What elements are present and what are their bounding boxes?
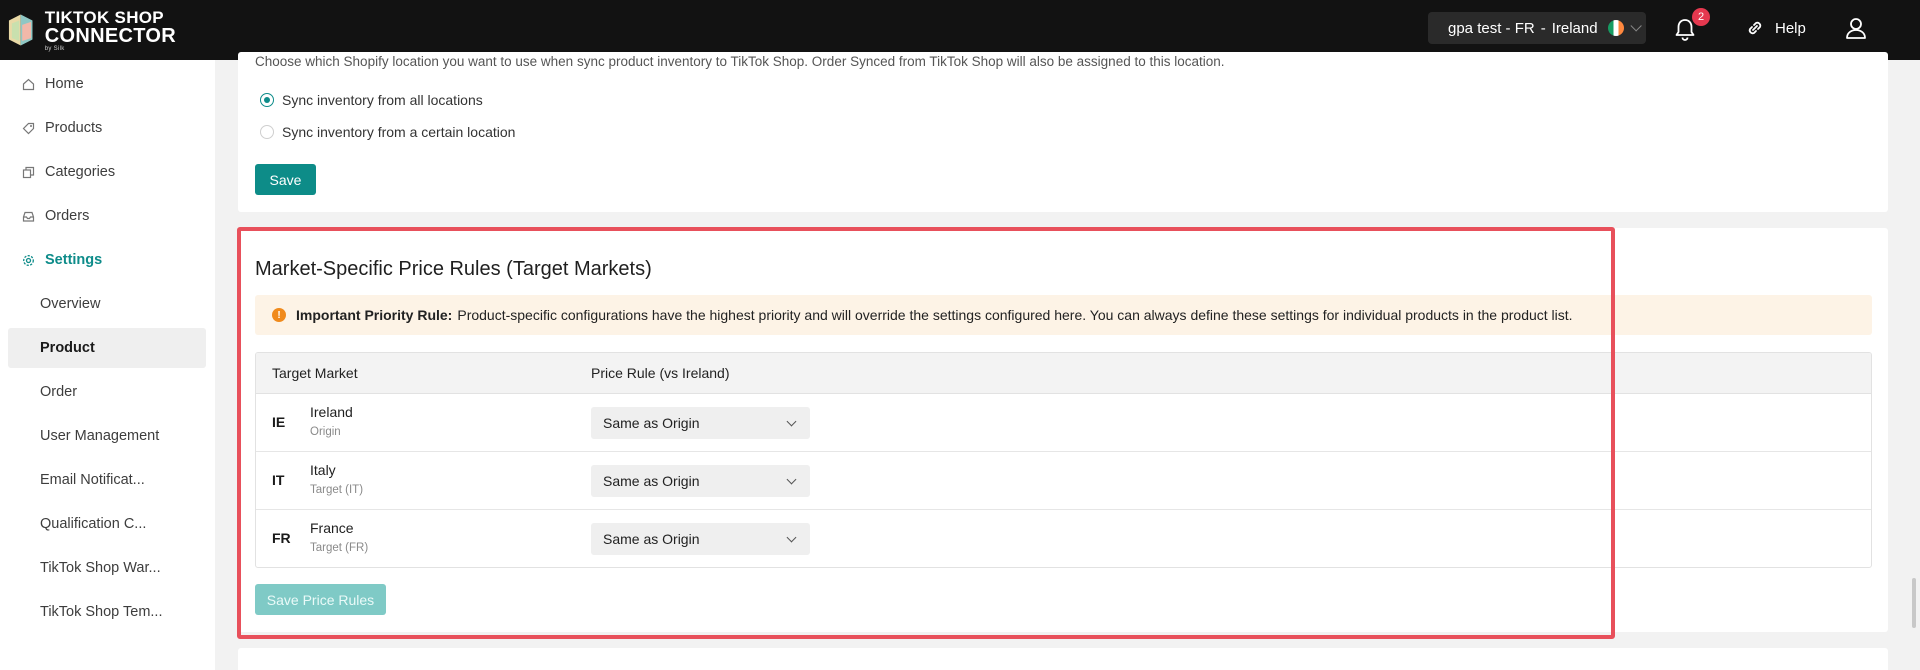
scrollbar[interactable] [1912,578,1916,628]
shop-selector[interactable]: gpa test - FR - Ireland [1428,12,1646,44]
sidebar-item-label: Product [40,340,95,356]
help-label: Help [1775,19,1806,37]
sidebar-item-label: Products [45,120,103,136]
sidebar-item-label: Qualification C... [40,516,147,532]
sidebar-item-label: Settings [45,252,103,268]
next-section-card [238,648,1888,670]
sidebar-subitem-overview[interactable]: Overview [8,284,206,324]
gear-icon [21,253,35,267]
sidebar-subitem-tiktok-warehouse[interactable]: TikTok Shop War... [8,548,206,588]
sidebar-item-label: TikTok Shop War... [40,560,161,576]
sidebar-item-label: User Management [40,428,160,444]
sidebar-item-label: Email Notificat... [40,472,145,488]
logo-line1: TIKTOK SHOP [44,7,164,27]
sidebar-item-label: Categories [45,164,116,180]
save-button[interactable]: Save [255,164,316,195]
sidebar-subitem-qualification[interactable]: Qualification C... [8,504,206,544]
ireland-flag-icon [1607,20,1624,36]
chevron-down-icon [1630,20,1642,32]
sidebar-subitem-user-management[interactable]: User Management [8,416,206,456]
logo-text: TIKTOK SHOP CONNECTOR by Silk [45,9,176,52]
help-link[interactable]: Help [1745,15,1806,41]
sidebar-item-label: Order [40,384,78,400]
radio-label: Sync inventory from all locations [282,92,483,108]
sidebar-subitem-order[interactable]: Order [8,372,206,412]
radio-button[interactable] [260,93,274,107]
location-description: Choose which Shopify location you want t… [255,54,1225,69]
radio-label: Sync inventory from a certain location [282,124,516,140]
highlight-box [237,227,1615,639]
logo-mark-icon [8,14,33,46]
app-logo[interactable]: TIKTOK SHOP CONNECTOR by Silk [6,5,176,55]
sidebar-subitem-email-notifications[interactable]: Email Notificat... [8,460,206,500]
sidebar-subitem-product[interactable]: Product [8,328,206,368]
notification-badge: 2 [1692,8,1710,26]
sidebar-item-label: Orders [45,208,90,224]
tag-icon [21,121,35,135]
sidebar-item-settings[interactable]: Settings [8,240,206,280]
sidebar-item-home[interactable]: Home [8,64,206,104]
shop-separator: - [1540,19,1546,37]
link-icon [1748,21,1762,35]
sidebar: Home Products Categories Orders Settings… [0,60,215,670]
sidebar-item-label: Overview [40,296,101,312]
shop-region: Ireland [1551,19,1598,37]
sidebar-item-label: Home [45,76,84,92]
top-bar: TIKTOK SHOP CONNECTOR by Silk gpa test -… [0,0,1920,60]
copy-icon [21,165,35,179]
home-icon [21,77,35,91]
radio-all-locations[interactable]: Sync inventory from all locations [260,90,483,110]
user-icon[interactable] [1843,15,1869,41]
radio-button[interactable] [260,125,274,139]
sidebar-item-label: TikTok Shop Tem... [40,604,163,620]
radio-certain-location[interactable]: Sync inventory from a certain location [260,122,515,142]
inbox-icon [21,209,35,223]
sidebar-item-categories[interactable]: Categories [8,152,206,192]
sidebar-item-products[interactable]: Products [8,108,206,148]
sidebar-item-orders[interactable]: Orders [8,196,206,236]
logo-line2: CONNECTOR [44,24,176,47]
sidebar-subitem-tiktok-template[interactable]: TikTok Shop Tem... [8,592,206,632]
shop-name: gpa test - FR [1448,19,1535,37]
